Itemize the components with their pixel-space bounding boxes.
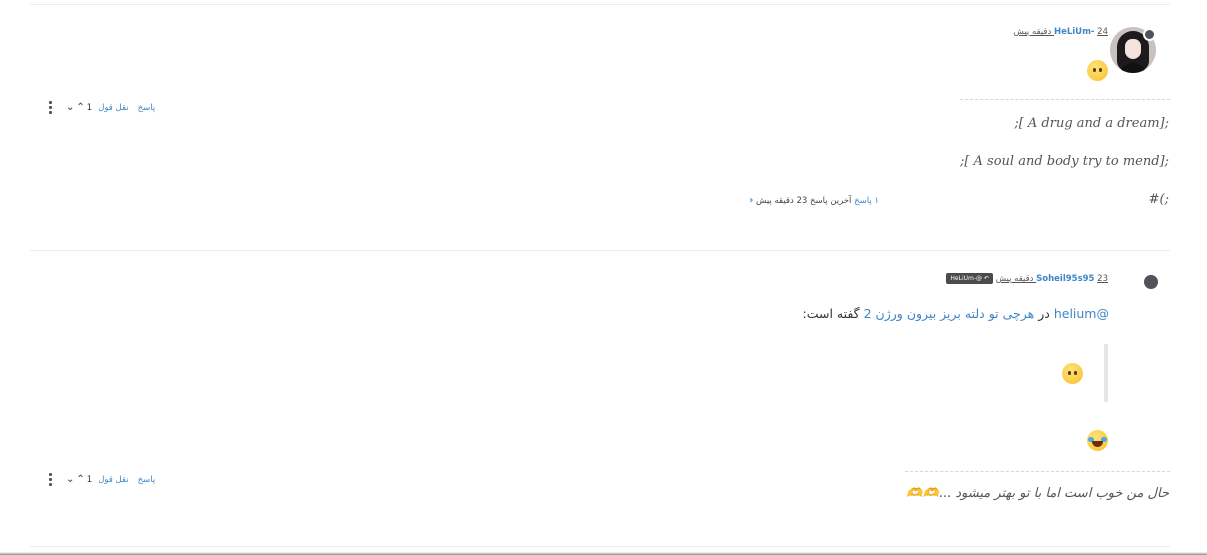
- reply-count[interactable]: ۱ پاسخ: [854, 196, 879, 206]
- quote-said-text: گفته است:: [802, 306, 860, 321]
- more-options-icon[interactable]: [48, 473, 52, 486]
- mention-link[interactable]: @helium: [1054, 306, 1109, 321]
- quote-button[interactable]: نقل قول: [98, 103, 128, 113]
- last-reply-time: آخرین پاسخ 23 دقیقه پیش: [756, 196, 852, 206]
- parent-post-badge[interactable]: HeLiUm-@ ↶: [946, 273, 993, 284]
- neutral-face-icon: [1087, 60, 1108, 81]
- content-separator: [905, 471, 1170, 472]
- downvote-icon[interactable]: ⌄: [66, 102, 74, 113]
- status-dot-icon: [1143, 28, 1156, 41]
- post-actions: ⌄ ⌃ 1 نقل قول پاسخ: [48, 473, 155, 486]
- username[interactable]: HeLiUm-: [1054, 27, 1095, 37]
- vote-count: 1: [86, 474, 93, 485]
- post-line-3: #(;: [1148, 192, 1169, 207]
- top-divider: [30, 4, 1170, 5]
- post-meta: HeLiUm- 24 دقیقه پیش: [1014, 27, 1108, 37]
- reply-button[interactable]: پاسخ: [138, 475, 156, 485]
- post-divider: [30, 250, 1170, 251]
- rolling-laughing-icon: [1087, 430, 1108, 451]
- username[interactable]: Soheil95s95: [1036, 274, 1094, 284]
- content-separator: [960, 99, 1170, 100]
- post-line-1: ;[ A drug and a dream];: [1014, 116, 1169, 131]
- blockquote-border: [1104, 344, 1108, 402]
- topic-link[interactable]: هرچی تو دلته بریز بیرون ورژن 2: [864, 306, 1035, 321]
- quote-button[interactable]: نقل قول: [98, 475, 128, 485]
- upvote-icon[interactable]: ⌃: [76, 474, 84, 485]
- post-meta: Soheil95s95 23 دقیقه پیش HeLiUm-@ ↶: [946, 273, 1108, 284]
- post-line-2: ;[ A soul and body try to mend];: [959, 154, 1169, 169]
- post-actions: ⌄ ⌃ 1 نقل قول پاسخ: [48, 101, 155, 114]
- quote-header: @helium در هرچی تو دلته بریز بیرون ورژن …: [802, 306, 1109, 321]
- vote-count: 1: [86, 102, 93, 113]
- replies-summary[interactable]: ۱ پاسخ آخرین پاسخ 23 دقیقه پیش ‹: [749, 195, 879, 206]
- neutral-face-icon: [1062, 363, 1083, 384]
- upvote-icon[interactable]: ⌃: [76, 102, 84, 113]
- reply-button[interactable]: پاسخ: [138, 103, 156, 113]
- post-text: حال من خوب است اما با تو بهتر میشود ...🫶…: [906, 486, 1169, 501]
- chevron-left-icon[interactable]: ‹: [749, 195, 753, 206]
- more-options-icon[interactable]: [48, 101, 52, 114]
- status-dot-icon: [1144, 275, 1158, 289]
- bottom-divider: [30, 546, 1170, 547]
- reply-arrow-icon: ↶: [983, 275, 989, 282]
- downvote-icon[interactable]: ⌄: [66, 474, 74, 485]
- quote-in-text: در: [1038, 306, 1050, 321]
